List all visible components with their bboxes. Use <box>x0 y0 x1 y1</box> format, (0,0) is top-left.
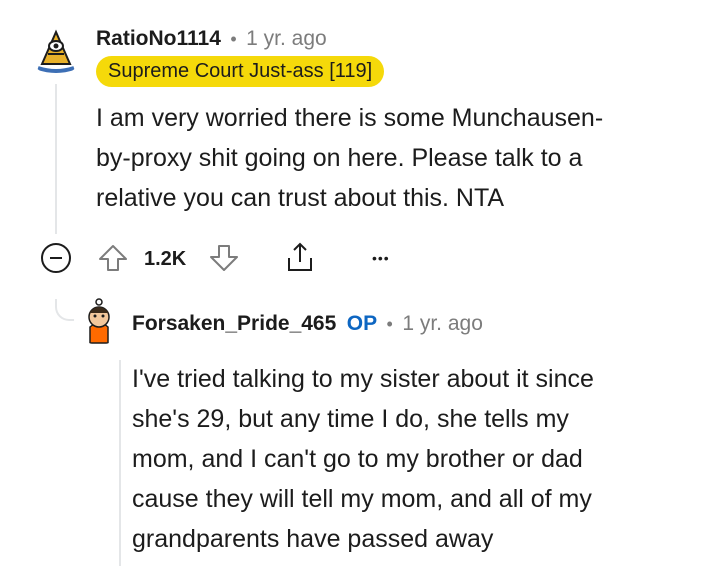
op-badge: OP <box>346 312 378 335</box>
comment-timestamp: 1 yr. ago <box>246 27 327 50</box>
reply-thread-line <box>119 360 121 566</box>
thread-line <box>55 84 57 234</box>
user-flair: Supreme Court Just-ass [119] <box>96 56 385 87</box>
comment-username[interactable]: RatioNo1114 <box>96 27 221 50</box>
share-icon[interactable] <box>283 240 317 274</box>
reply-body: I've tried talking to my sister about it… <box>132 365 594 553</box>
vote-count: 1.2K <box>144 248 187 270</box>
commenter-avatar[interactable] <box>28 20 84 76</box>
upvote-icon[interactable] <box>97 242 129 274</box>
reply-timestamp: 1 yr. ago <box>402 312 483 335</box>
reply-username[interactable]: Forsaken_Pride_465 <box>132 312 336 335</box>
comment-meta: RatioNo1114 • 1 yr. ago <box>96 25 327 53</box>
reply-meta: Forsaken_Pride_465 OP • 1 yr. ago <box>132 310 483 338</box>
reply-avatar[interactable] <box>74 295 124 345</box>
meta-separator: • <box>386 314 393 334</box>
more-icon[interactable]: ••• <box>372 246 390 270</box>
comment-body: I am very worried there is some Munchaus… <box>96 104 604 212</box>
collapse-icon[interactable] <box>40 242 72 274</box>
downvote-icon[interactable] <box>208 242 240 274</box>
meta-separator: • <box>230 29 237 49</box>
